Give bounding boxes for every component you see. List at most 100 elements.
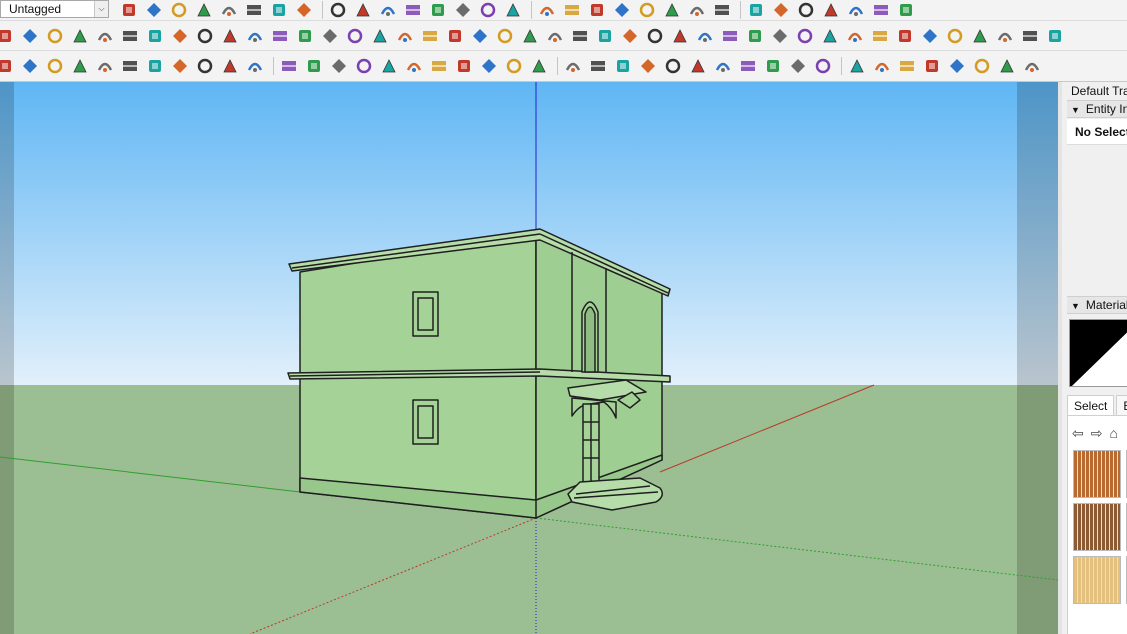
curve-loop-icon[interactable] bbox=[521, 27, 539, 45]
back-arrow-icon[interactable]: ⇦ bbox=[1072, 425, 1084, 442]
wall-icon[interactable] bbox=[246, 27, 264, 45]
push-pull-icon[interactable] bbox=[245, 1, 263, 19]
angle-2-icon[interactable] bbox=[564, 57, 582, 75]
pan-icon[interactable] bbox=[479, 1, 497, 19]
mirror-icon[interactable] bbox=[973, 57, 991, 75]
dots-curve-icon[interactable] bbox=[321, 27, 339, 45]
select-arrow-icon[interactable] bbox=[120, 1, 138, 19]
home-icon[interactable] bbox=[747, 1, 765, 19]
frame-icon[interactable] bbox=[280, 57, 298, 75]
cone-outline-icon[interactable] bbox=[421, 27, 439, 45]
copy-dark-icon[interactable] bbox=[1021, 27, 1039, 45]
red-grid-icon[interactable] bbox=[196, 27, 214, 45]
list-icon[interactable] bbox=[46, 57, 64, 75]
folds-icon[interactable] bbox=[789, 57, 807, 75]
layers-lines-icon[interactable] bbox=[814, 57, 832, 75]
gem-icon[interactable] bbox=[746, 27, 764, 45]
curve-orange-icon[interactable] bbox=[146, 27, 164, 45]
roof-icon[interactable] bbox=[948, 57, 966, 75]
cube-yellow-icon[interactable] bbox=[46, 27, 64, 45]
stair-icon[interactable] bbox=[689, 57, 707, 75]
layers-icon[interactable] bbox=[613, 1, 631, 19]
copy-dark-2-icon[interactable] bbox=[1046, 27, 1064, 45]
pipe-curve-icon[interactable] bbox=[430, 57, 448, 75]
settings-icon[interactable] bbox=[196, 57, 214, 75]
stack-red-icon[interactable] bbox=[847, 1, 865, 19]
cone-teal-icon[interactable] bbox=[446, 27, 464, 45]
chevron-down-icon[interactable]: ⌵ bbox=[94, 1, 108, 17]
export-icon[interactable] bbox=[897, 1, 915, 19]
puzzle-icon[interactable] bbox=[646, 27, 664, 45]
sun-icon[interactable] bbox=[121, 57, 139, 75]
globe-icon[interactable] bbox=[872, 1, 890, 19]
compass-icon[interactable] bbox=[571, 27, 589, 45]
cloud-outline-icon[interactable] bbox=[405, 57, 423, 75]
hand-icon[interactable] bbox=[739, 57, 757, 75]
red-square-icon[interactable] bbox=[171, 27, 189, 45]
green-cross-icon[interactable] bbox=[371, 27, 389, 45]
dashed-circle-icon[interactable] bbox=[921, 27, 939, 45]
orange-grid-icon[interactable] bbox=[846, 27, 864, 45]
arch-icon[interactable] bbox=[639, 57, 657, 75]
cube-red-icon[interactable] bbox=[96, 27, 114, 45]
cloud-upload-icon[interactable] bbox=[171, 57, 189, 75]
checker-icon[interactable] bbox=[146, 57, 164, 75]
sphere-icon[interactable] bbox=[480, 57, 498, 75]
angle-icon[interactable] bbox=[530, 57, 548, 75]
model-viewport[interactable] bbox=[0, 82, 1058, 634]
red-scatter-icon[interactable] bbox=[896, 27, 914, 45]
paint-bucket-icon[interactable] bbox=[220, 1, 238, 19]
scale-icon[interactable] bbox=[354, 1, 372, 19]
scene-icon[interactable] bbox=[638, 1, 656, 19]
info-icon[interactable] bbox=[246, 57, 264, 75]
orange-tile-icon[interactable] bbox=[821, 27, 839, 45]
grid-icon[interactable] bbox=[714, 57, 732, 75]
outline-cube-icon[interactable] bbox=[121, 27, 139, 45]
cube-outline-icon[interactable] bbox=[455, 57, 473, 75]
profile-icon[interactable] bbox=[663, 1, 681, 19]
pipe-icon[interactable] bbox=[271, 27, 289, 45]
triangle-icon[interactable] bbox=[664, 57, 682, 75]
curve-arrow-icon[interactable] bbox=[505, 57, 523, 75]
zoom-extents-icon[interactable] bbox=[538, 1, 556, 19]
material-swatch[interactable] bbox=[1073, 503, 1121, 551]
warehouse-share-icon[interactable] bbox=[797, 1, 815, 19]
tag-select[interactable]: Untagged ⌵ bbox=[0, 0, 109, 18]
refresh-icon[interactable] bbox=[21, 57, 39, 75]
red-line-icon[interactable] bbox=[589, 57, 607, 75]
collapse-triangle-icon[interactable]: ▼ bbox=[1071, 102, 1080, 118]
component-swap-icon[interactable] bbox=[671, 27, 689, 45]
cube-blue-icon[interactable] bbox=[21, 27, 39, 45]
blue-x-icon[interactable] bbox=[396, 27, 414, 45]
sandbox-icon[interactable] bbox=[588, 1, 606, 19]
forward-arrow-icon[interactable]: ⇨ bbox=[1091, 425, 1103, 442]
note-icon[interactable] bbox=[998, 57, 1016, 75]
cube-green-icon[interactable] bbox=[71, 27, 89, 45]
red-slash-icon[interactable] bbox=[355, 57, 373, 75]
component-icon[interactable] bbox=[563, 1, 581, 19]
circle-arc-icon[interactable] bbox=[496, 27, 514, 45]
orange-tile-2-icon[interactable] bbox=[871, 27, 889, 45]
house-outline-icon[interactable] bbox=[772, 1, 790, 19]
tab-edit[interactable]: Edit bbox=[1116, 395, 1127, 415]
curve-icon[interactable] bbox=[305, 57, 323, 75]
shape-tool-icon[interactable] bbox=[195, 1, 213, 19]
flag-icon[interactable] bbox=[221, 27, 239, 45]
copy-icon[interactable] bbox=[996, 27, 1014, 45]
orbit-icon[interactable] bbox=[454, 1, 472, 19]
text-icon[interactable] bbox=[404, 1, 422, 19]
move-icon[interactable] bbox=[295, 1, 313, 19]
bracket-icon[interactable] bbox=[296, 27, 314, 45]
zoom-icon[interactable] bbox=[504, 1, 522, 19]
collapse-triangle-icon[interactable]: ▼ bbox=[1071, 298, 1080, 314]
shape-red-icon[interactable] bbox=[0, 27, 14, 45]
entity-info-header[interactable]: ▼ Entity Info bbox=[1067, 100, 1127, 118]
dots-grid-icon[interactable] bbox=[771, 27, 789, 45]
home-icon[interactable]: ⌂ bbox=[1109, 425, 1117, 442]
add-circle-icon[interactable] bbox=[71, 57, 89, 75]
box-icon[interactable] bbox=[596, 27, 614, 45]
component-red-icon[interactable] bbox=[696, 27, 714, 45]
box-dark-icon[interactable] bbox=[971, 27, 989, 45]
lines-icon[interactable] bbox=[848, 57, 866, 75]
stack-icon[interactable] bbox=[822, 1, 840, 19]
